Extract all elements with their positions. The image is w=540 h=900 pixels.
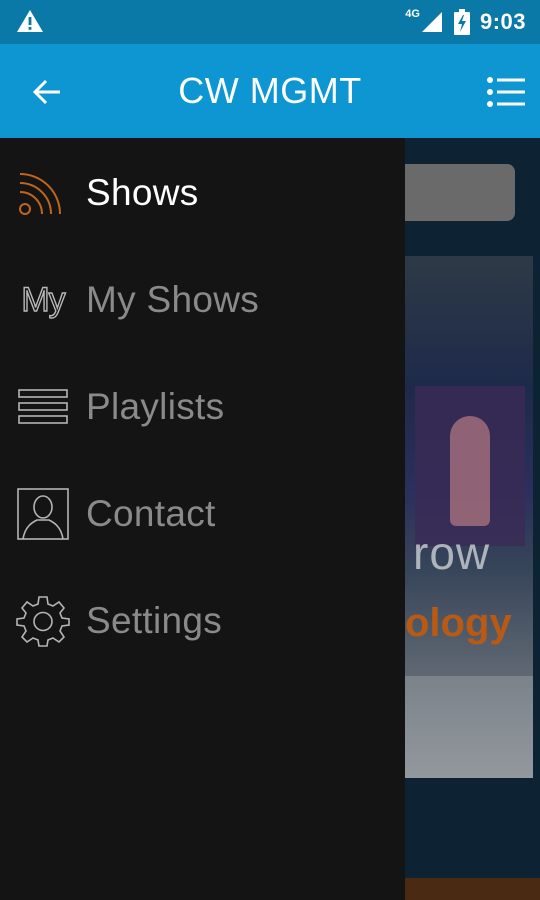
network-type-label: 4G xyxy=(405,8,420,20)
list-menu-icon xyxy=(487,77,525,107)
background-content: row ology xyxy=(405,138,540,900)
drawer-item-my-shows[interactable]: My My Shows xyxy=(0,255,405,345)
signal-icon xyxy=(421,12,442,32)
my-icon: My xyxy=(21,280,67,319)
background-search-bar xyxy=(405,164,515,221)
drawer-item-shows[interactable]: Shows xyxy=(0,148,405,238)
app-bar: CW MGMT xyxy=(0,44,540,138)
banner-word-1: row xyxy=(413,527,491,579)
banner-figure xyxy=(450,416,490,526)
drawer-item-playlists[interactable]: Playlists xyxy=(0,362,405,452)
drawer-item-label: Playlists xyxy=(86,386,225,427)
drawer-item-contact[interactable]: Contact xyxy=(0,469,405,559)
banner-word-2: ology xyxy=(405,601,512,645)
drawer-item-label: Settings xyxy=(86,600,223,641)
menu-button[interactable] xyxy=(484,70,528,114)
drawer-item-label: Shows xyxy=(86,172,199,213)
drawer-item-settings[interactable]: Settings xyxy=(0,576,405,666)
navigation-drawer: Shows My My Shows Playlists Contact Sett… xyxy=(0,138,405,900)
page-title: CW MGMT xyxy=(178,70,362,111)
status-bar: 4G 9:03 xyxy=(0,0,540,44)
drawer-item-label: Contact xyxy=(86,493,216,534)
banner-crowd xyxy=(405,676,533,778)
drawer-item-label: My Shows xyxy=(86,279,260,320)
background-banner: row ology xyxy=(405,256,533,778)
contact-icon xyxy=(16,487,70,541)
rss-icon xyxy=(16,166,70,220)
list-icon xyxy=(16,380,70,434)
status-time: 9:03 xyxy=(479,9,526,34)
gear-icon xyxy=(16,594,70,648)
battery-icon xyxy=(453,9,470,35)
warning-icon xyxy=(17,10,43,32)
background-bottom-strip xyxy=(405,878,540,900)
